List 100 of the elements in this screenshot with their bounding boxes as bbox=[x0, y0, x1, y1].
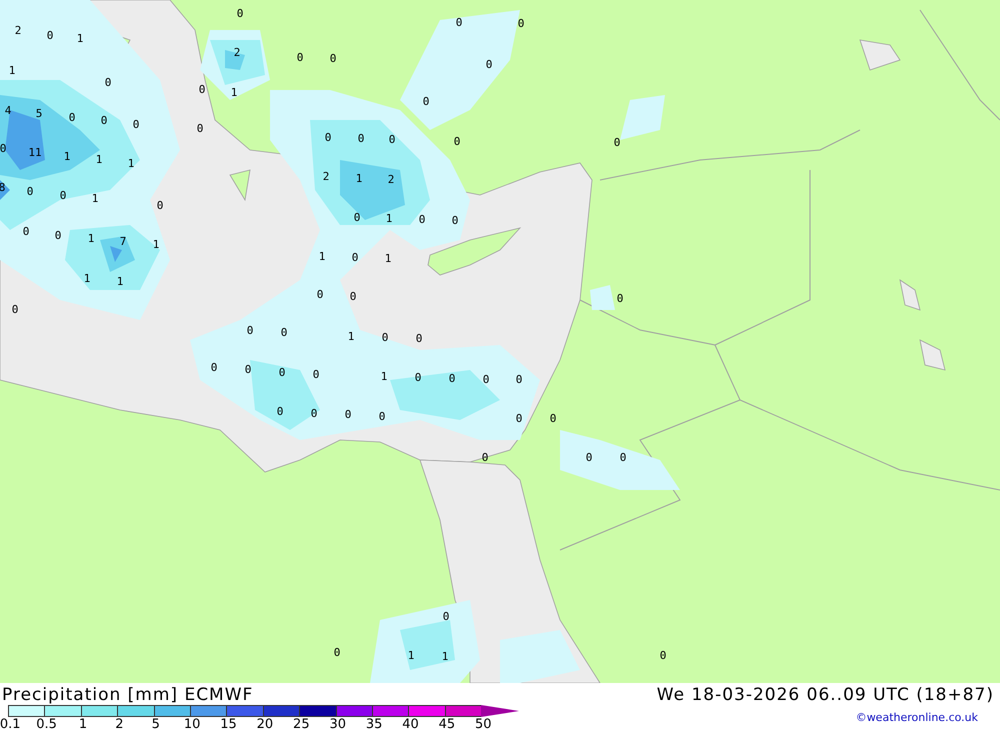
precipitation-value: 1 bbox=[8, 64, 16, 77]
precipitation-value: 0 bbox=[378, 410, 386, 423]
precipitation-value: 1 bbox=[384, 252, 392, 265]
precipitation-value: 0 bbox=[244, 363, 252, 376]
precipitation-value: 1 bbox=[128, 157, 134, 170]
precipitation-value: 4 bbox=[4, 104, 12, 117]
legend-tick-label: 20 bbox=[256, 717, 274, 733]
precipitation-value: 7 bbox=[120, 235, 126, 248]
legend-tick-label: 1 bbox=[78, 717, 88, 733]
precipitation-value: 0 bbox=[198, 83, 206, 96]
precipitation-value: 0 bbox=[620, 451, 626, 464]
legend-tick-label: 35 bbox=[364, 717, 384, 733]
legend-tick-label: 0.1 bbox=[0, 717, 22, 733]
legend-tick-label: 5 bbox=[150, 717, 161, 733]
precipitation-value: 0 bbox=[482, 451, 488, 464]
precipitation-value: 2 bbox=[322, 170, 330, 183]
precipitation-value: 0 bbox=[68, 111, 76, 124]
precipitation-value: 0 bbox=[414, 371, 422, 384]
precipitation-value: 0 bbox=[452, 214, 458, 227]
precipitation-value: 0 bbox=[132, 118, 140, 131]
precipitation-value: 0 bbox=[616, 292, 624, 305]
legend-tick-label: 50 bbox=[474, 717, 493, 733]
precipitation-value: 0 bbox=[482, 373, 490, 386]
precipitation-value: 1 bbox=[318, 250, 326, 263]
precipitation-value: 0 bbox=[660, 649, 666, 662]
precipitation-value: 0 bbox=[456, 16, 462, 29]
precipitation-value: 1 bbox=[88, 232, 94, 245]
precipitation-value: 0 bbox=[46, 29, 54, 42]
precipitation-value: 0 bbox=[518, 17, 524, 30]
precipitation-value: 1 bbox=[84, 272, 90, 285]
legend-tick-label: 0.5 bbox=[35, 717, 58, 733]
precipitation-value: 1 bbox=[348, 330, 354, 343]
precipitation-value: 0 bbox=[310, 407, 318, 420]
legend-tick-label: 10 bbox=[182, 717, 202, 733]
precipitation-value: 0 bbox=[316, 288, 324, 301]
precipitation-value: 0 bbox=[0, 142, 6, 155]
precipitation-value: 1 bbox=[116, 275, 124, 288]
precipitation-value: 0 bbox=[334, 646, 340, 659]
precipitation-value: 1 bbox=[92, 192, 98, 205]
precipitation-value: 0 bbox=[358, 132, 364, 145]
precipitation-value: 0 bbox=[354, 211, 360, 224]
precipitation-value: 1 bbox=[64, 150, 70, 163]
precipitation-value: 0 bbox=[60, 189, 66, 202]
precipitation-value: 1 bbox=[76, 32, 84, 45]
precipitation-value: 0 bbox=[324, 131, 332, 144]
legend-tick-label: 25 bbox=[292, 717, 311, 733]
precipitation-value: 1 bbox=[442, 650, 448, 663]
precipitation-value: 0 bbox=[388, 133, 396, 146]
map-title: Precipitation [mm] ECMWF bbox=[2, 685, 254, 705]
precipitation-value: 1 bbox=[380, 370, 388, 383]
precipitation-value: 0 bbox=[100, 114, 108, 127]
precipitation-value: 2 bbox=[14, 24, 22, 37]
precipitation-value: 0 bbox=[422, 95, 430, 108]
precipitation-value: 0 bbox=[442, 610, 450, 623]
precipitation-value: 0 bbox=[296, 51, 304, 64]
precipitation-value: 0 bbox=[350, 290, 356, 303]
precipitation-value: 0 bbox=[416, 332, 422, 345]
precipitation-value: 0 bbox=[486, 58, 492, 71]
precipitation-value: 0 bbox=[586, 451, 592, 464]
precipitation-value: 11 bbox=[28, 146, 42, 159]
precipitation-value: 0 bbox=[352, 251, 358, 264]
legend-tick-label: 40 bbox=[401, 717, 420, 733]
precipitation-value: 2 bbox=[388, 173, 394, 186]
precipitation-value: 1 bbox=[356, 172, 362, 185]
precipitation-value: 0 bbox=[312, 368, 320, 381]
precipitation-value: 0 bbox=[280, 326, 288, 339]
precipitation-value: 0 bbox=[344, 408, 352, 421]
legend-tick-label: 45 bbox=[438, 717, 456, 733]
precipitation-value: 0 bbox=[196, 122, 204, 135]
precipitation-value: 0 bbox=[418, 213, 426, 226]
valid-time: We 18-03-2026 06..09 UTC (18+87) bbox=[656, 685, 994, 705]
legend-tick-label: 15 bbox=[219, 717, 238, 733]
precipitation-value: 0 bbox=[276, 405, 284, 418]
precipitation-value: 0 bbox=[516, 373, 522, 386]
precipitation-value: 2 bbox=[234, 46, 240, 59]
precipitation-value: 1 bbox=[96, 153, 102, 166]
precipitation-value: 0 bbox=[614, 136, 620, 149]
precipitation-value: 0 bbox=[278, 366, 286, 379]
precipitation-value: 0 bbox=[22, 225, 30, 238]
precipitation-value: 0 bbox=[550, 412, 556, 425]
precipitation-value: 0 bbox=[236, 7, 244, 20]
precipitation-value: 0 bbox=[246, 324, 254, 337]
precipitation-value: 1 bbox=[230, 86, 238, 99]
precipitation-value: 0 bbox=[382, 331, 388, 344]
precipitation-value: 0 bbox=[454, 135, 460, 148]
precipitation-value: 0 bbox=[12, 303, 18, 316]
precipitation-value: 0 bbox=[516, 412, 522, 425]
precipitation-value: 0 bbox=[330, 52, 336, 65]
precipitation-value: 1 bbox=[152, 238, 160, 251]
precipitation-value: 0 bbox=[448, 372, 456, 385]
precipitation-value: 0 bbox=[210, 361, 218, 374]
precipitation-value: 0 bbox=[26, 185, 34, 198]
precipitation-value: 1 bbox=[408, 649, 414, 662]
precipitation-value: 5 bbox=[36, 107, 42, 120]
legend-tick-label: 30 bbox=[328, 717, 347, 733]
precipitation-value: 0 bbox=[156, 199, 164, 212]
legend-tick-label: 2 bbox=[114, 717, 124, 733]
credit-link[interactable]: ©weatheronline.co.uk bbox=[856, 711, 978, 724]
precipitation-value: 0 bbox=[104, 76, 112, 89]
precipitation-value: 0 bbox=[54, 229, 62, 242]
